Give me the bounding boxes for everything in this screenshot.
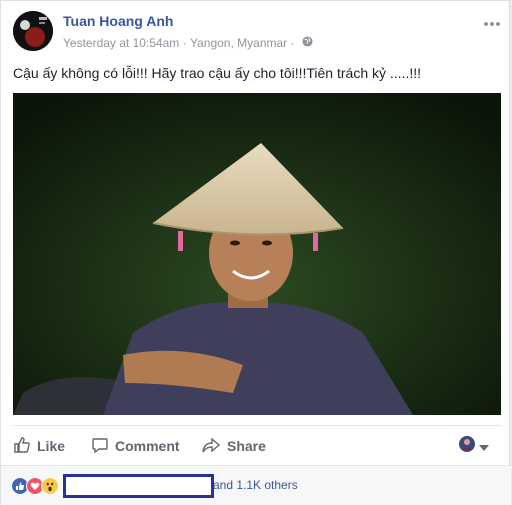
ellipsis-icon[interactable] — [483, 11, 501, 32]
share-arrow-icon — [201, 436, 227, 457]
wow-reaction-icon — [41, 477, 59, 495]
post-meta: Yesterday at 10:54am · Yangon, Myanmar · — [63, 35, 313, 50]
meta-separator: · — [182, 35, 187, 50]
post-photo[interactable] — [13, 93, 501, 415]
share-button[interactable]: Share — [201, 434, 266, 458]
share-audience-selector[interactable] — [459, 436, 489, 457]
like-label: Like — [37, 438, 66, 454]
author-avatar[interactable] — [13, 11, 53, 51]
reactions-bar: and 1.1K others — [1, 465, 511, 505]
meta-separator-2: · — [290, 35, 295, 50]
comment-button[interactable]: Comment — [91, 434, 180, 458]
globe-icon[interactable] — [302, 36, 313, 50]
user-avatar-icon — [459, 436, 475, 457]
comment-icon — [91, 436, 115, 457]
post-text: Cậu ấy không có lỗi!!! Hãy trao cậu ấy c… — [13, 65, 422, 81]
reaction-icons[interactable] — [11, 477, 59, 495]
share-label: Share — [227, 438, 266, 454]
post-header: Tuan Hoang Anh Yesterday at 10:54am · Ya… — [13, 11, 501, 55]
author-name[interactable]: Tuan Hoang Anh — [63, 13, 173, 29]
post-actions: Like Comment Share — [13, 425, 501, 466]
post-card: Tuan Hoang Anh Yesterday at 10:54am · Ya… — [0, 0, 511, 505]
comment-label: Comment — [115, 438, 180, 454]
like-button[interactable]: Like — [13, 434, 65, 458]
redacted-names-box — [63, 474, 214, 498]
chevron-down-icon — [479, 438, 489, 456]
reaction-others-count[interactable]: and 1.1K others — [213, 478, 298, 492]
post-location[interactable]: Yangon, Myanmar — [190, 36, 287, 50]
thumbs-up-icon — [13, 436, 37, 457]
post-timestamp[interactable]: Yesterday at 10:54am — [63, 36, 179, 50]
